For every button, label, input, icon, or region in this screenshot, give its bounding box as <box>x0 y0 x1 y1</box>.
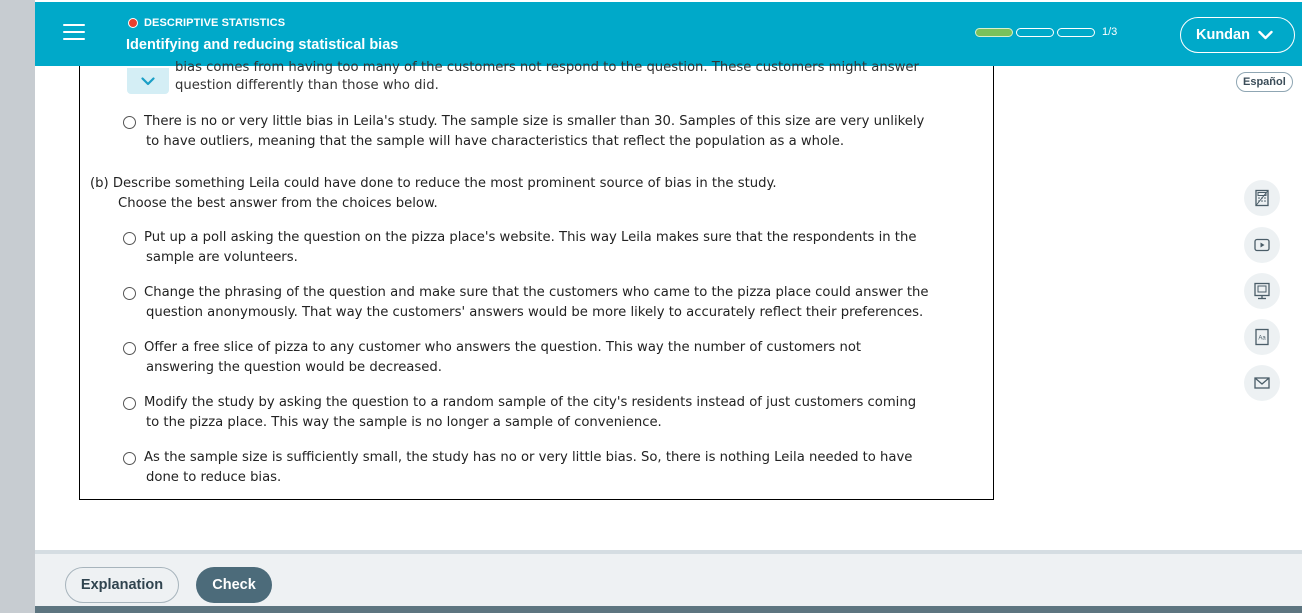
prev-option: There is no or very little bias in Leila… <box>123 112 993 152</box>
partial-option-text: bias comes from having too many of the c… <box>175 60 919 75</box>
topic-row: DESCRIPTIVE STATISTICS <box>128 17 285 29</box>
app-window: DESCRIPTIVE STATISTICS Identifying and r… <box>35 0 1302 613</box>
left-margin <box>0 0 35 613</box>
svg-text:Aa: Aa <box>1258 336 1266 342</box>
answer-option-1[interactable]: Put up a poll asking the question on the… <box>123 228 993 268</box>
progress-segment-1 <box>975 27 1013 37</box>
status-dot-icon <box>128 18 138 28</box>
mail-icon <box>1254 377 1270 389</box>
option-text: Modify the study by asking the question … <box>144 395 917 430</box>
progress-text: 1/3 <box>1102 26 1118 38</box>
bottom-strip <box>35 606 1302 613</box>
radio-button[interactable] <box>123 397 136 410</box>
dictionary-tool[interactable]: Aa <box>1244 319 1280 355</box>
topic-label: DESCRIPTIVE STATISTICS <box>144 17 286 29</box>
option-text: Change the phrasing of the question and … <box>144 285 929 320</box>
user-name: Kundan <box>1196 27 1250 43</box>
collapse-button[interactable] <box>127 68 169 94</box>
radio-button[interactable] <box>123 452 136 465</box>
progress-indicator: 1/3 <box>975 26 1117 38</box>
explanation-button[interactable]: Explanation <box>65 567 179 603</box>
answer-option-2[interactable]: Change the phrasing of the question and … <box>123 283 993 323</box>
page-title: Identifying and reducing statistical bia… <box>126 37 399 53</box>
answer-option-5[interactable]: As the sample size is sufficiently small… <box>123 448 993 488</box>
radio-button[interactable] <box>123 342 136 355</box>
chevron-down-icon <box>1258 30 1273 40</box>
footer-bar: Explanation Check <box>35 550 1302 613</box>
hamburger-menu-icon[interactable] <box>63 24 85 42</box>
answer-option-3[interactable]: Offer a free slice of pizza to any custo… <box>123 338 993 378</box>
part-b-question: (b) Describe something Leila could have … <box>90 176 777 191</box>
partial-option-text-2: question differently than those who did. <box>175 78 439 93</box>
radio-button[interactable] <box>123 232 136 245</box>
chevron-down-icon <box>141 76 155 85</box>
dictionary-icon: Aa <box>1255 328 1269 346</box>
option-text: Put up a poll asking the question on the… <box>144 230 917 265</box>
textbook-icon <box>1254 282 1270 300</box>
video-tool[interactable] <box>1244 227 1280 263</box>
progress-segment-3 <box>1057 27 1095 37</box>
calculator-icon <box>1255 189 1269 207</box>
question-panel: bias comes from having too many of the c… <box>79 60 994 500</box>
option-text: There is no or very little bias in Leila… <box>144 114 925 149</box>
radio-button[interactable] <box>123 116 136 129</box>
language-toggle-button[interactable]: Español <box>1236 72 1293 92</box>
textbook-tool[interactable] <box>1244 273 1280 309</box>
part-b-prompt: (b) Describe something Leila could have … <box>90 174 777 214</box>
video-icon <box>1254 238 1270 252</box>
message-tool[interactable] <box>1244 365 1280 401</box>
header-bar: DESCRIPTIVE STATISTICS Identifying and r… <box>35 2 1302 66</box>
check-button[interactable]: Check <box>196 567 272 603</box>
option-text: As the sample size is sufficiently small… <box>144 450 913 485</box>
radio-button[interactable] <box>123 287 136 300</box>
progress-segment-2 <box>1016 27 1054 37</box>
user-menu-button[interactable]: Kundan <box>1180 17 1295 53</box>
answer-option-4[interactable]: Modify the study by asking the question … <box>123 393 993 433</box>
part-b-instruction: Choose the best answer from the choices … <box>118 196 438 211</box>
calculator-tool[interactable] <box>1244 180 1280 216</box>
option-text: Offer a free slice of pizza to any custo… <box>144 340 862 375</box>
